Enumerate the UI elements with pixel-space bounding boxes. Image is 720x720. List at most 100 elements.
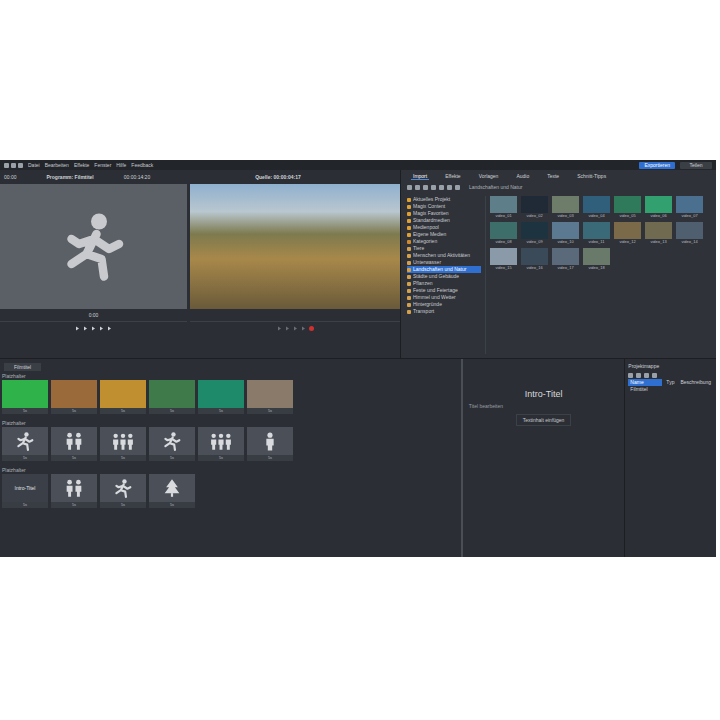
transport-icon[interactable] (91, 326, 96, 331)
transport-icon[interactable] (285, 326, 290, 331)
clip[interactable]: 5s (2, 427, 48, 461)
record-icon[interactable] (309, 326, 314, 331)
media-thumbnail[interactable]: video_07 (676, 196, 703, 219)
toolbar-icon[interactable] (415, 185, 420, 190)
menu-item[interactable]: Datei (28, 162, 40, 168)
folder-item[interactable]: Unterwasser (407, 259, 481, 266)
toolbar-icon[interactable] (4, 163, 9, 168)
clip[interactable]: 5s (100, 427, 146, 461)
clip[interactable]: 5s (247, 427, 293, 461)
toolbar-icon[interactable] (407, 185, 412, 190)
media-tab[interactable]: Schnitt-Tipps (575, 173, 608, 179)
clip[interactable]: 5s (247, 380, 293, 414)
media-thumbnail[interactable]: video_09 (521, 222, 548, 245)
media-thumbnail[interactable]: video_11 (583, 222, 610, 245)
transport-icon[interactable] (277, 326, 282, 331)
folder-item[interactable]: Aktuelles Projekt (407, 196, 481, 203)
media-tab[interactable]: Texte (545, 173, 561, 179)
toolbar-icon[interactable] (423, 185, 428, 190)
media-thumbnail[interactable]: video_03 (552, 196, 579, 219)
folder-item[interactable]: Himmel und Wetter (407, 294, 481, 301)
title-heading: Intro-Titel (525, 389, 563, 399)
transport-icon[interactable] (75, 326, 80, 331)
media-thumbnail[interactable]: video_05 (614, 196, 641, 219)
transport-icon[interactable] (83, 326, 88, 331)
media-tab[interactable]: Vorlagen (477, 173, 501, 179)
clip[interactable]: 5s (100, 474, 146, 508)
storyboard-tab[interactable]: Filmtitel (4, 363, 41, 371)
folder-item[interactable]: Magix Favoriten (407, 210, 481, 217)
thumbnail-image (521, 196, 548, 213)
transport-icon[interactable] (293, 326, 298, 331)
folder-item[interactable]: Standardmedien (407, 217, 481, 224)
clip[interactable]: 5s (51, 427, 97, 461)
column-header[interactable]: Typ (664, 379, 676, 386)
folder-item[interactable]: Transport (407, 308, 481, 315)
toolbar-icon[interactable] (644, 373, 649, 378)
folder-item[interactable]: Feste und Feiertage (407, 287, 481, 294)
menu-item[interactable]: Hilfe (116, 162, 126, 168)
clip[interactable]: 5s (51, 474, 97, 508)
media-thumbnail[interactable]: video_10 (552, 222, 579, 245)
media-tab[interactable]: Effekte (443, 173, 462, 179)
top-button[interactable]: Teilen (680, 162, 712, 169)
clip[interactable]: 5s (51, 380, 97, 414)
top-button[interactable]: Exportieren (639, 162, 675, 169)
toolbar-icon[interactable] (628, 373, 633, 378)
transport-icon[interactable] (301, 326, 306, 331)
source-scrubber[interactable] (190, 309, 400, 322)
clip[interactable]: 5s (149, 427, 195, 461)
toolbar-icon[interactable] (652, 373, 657, 378)
path-field[interactable]: Landschaften und Natur (469, 184, 522, 191)
folder-item[interactable]: Tiere (407, 245, 481, 252)
media-thumbnail[interactable]: video_12 (614, 222, 641, 245)
clip[interactable]: 5s (198, 427, 244, 461)
folder-item[interactable]: Eigene Medien (407, 231, 481, 238)
folder-item[interactable]: Menschen und Aktivitäten (407, 252, 481, 259)
media-thumbnail[interactable]: video_17 (552, 248, 579, 271)
folder-item[interactable]: Städte und Gebäude (407, 273, 481, 280)
media-thumbnail[interactable]: video_02 (521, 196, 548, 219)
toolbar-icon[interactable] (636, 373, 641, 378)
media-thumbnail[interactable]: video_01 (490, 196, 517, 219)
media-thumbnail[interactable]: video_06 (645, 196, 672, 219)
media-thumbnail[interactable]: video_13 (645, 222, 672, 245)
toolbar-icon[interactable] (431, 185, 436, 190)
title-field[interactable]: Textinhalt einfügen (516, 414, 572, 426)
media-thumbnail[interactable]: video_15 (490, 248, 517, 271)
clip[interactable]: 5s (100, 380, 146, 414)
toolbar-icon[interactable] (447, 185, 452, 190)
program-scrubber[interactable]: 0:00 (0, 309, 187, 322)
folder-item[interactable]: Landschaften und Natur (407, 266, 481, 273)
media-thumbnail[interactable]: video_14 (676, 222, 703, 245)
folder-item[interactable]: Kategorien (407, 238, 481, 245)
clip[interactable]: Intro-Titel 5s (2, 474, 48, 508)
media-thumbnail[interactable]: video_04 (583, 196, 610, 219)
toolbar-icon[interactable] (18, 163, 23, 168)
media-thumbnail[interactable]: video_16 (521, 248, 548, 271)
clip[interactable]: 5s (198, 380, 244, 414)
toolbar-icon[interactable] (455, 185, 460, 190)
clip[interactable]: 5s (2, 380, 48, 414)
clip[interactable]: 5s (149, 474, 195, 508)
transport-icon[interactable] (99, 326, 104, 331)
transport-icon[interactable] (107, 326, 112, 331)
menu-item[interactable]: Feedback (131, 162, 153, 168)
folder-item[interactable]: Hintergründe (407, 301, 481, 308)
toolbar-icon[interactable] (439, 185, 444, 190)
media-tab[interactable]: Audio (514, 173, 531, 179)
toolbar-icon[interactable] (11, 163, 16, 168)
media-tab[interactable]: Import (411, 173, 429, 180)
column-header[interactable]: Name (628, 379, 662, 386)
media-thumbnail[interactable]: video_08 (490, 222, 517, 245)
media-thumbnail[interactable]: video_18 (583, 248, 610, 271)
menu-item[interactable]: Bearbeiten (45, 162, 69, 168)
clip[interactable]: 5s (149, 380, 195, 414)
folder-item[interactable]: Medienpool (407, 224, 481, 231)
folder-item[interactable]: Pflanzen (407, 280, 481, 287)
menu-item[interactable]: Effekte (74, 162, 89, 168)
menu-item[interactable]: Fenster (94, 162, 111, 168)
folder-item[interactable]: Magix Content (407, 203, 481, 210)
column-header[interactable]: Beschreibung (678, 379, 713, 386)
project-row[interactable]: Filmtitel (628, 386, 713, 393)
